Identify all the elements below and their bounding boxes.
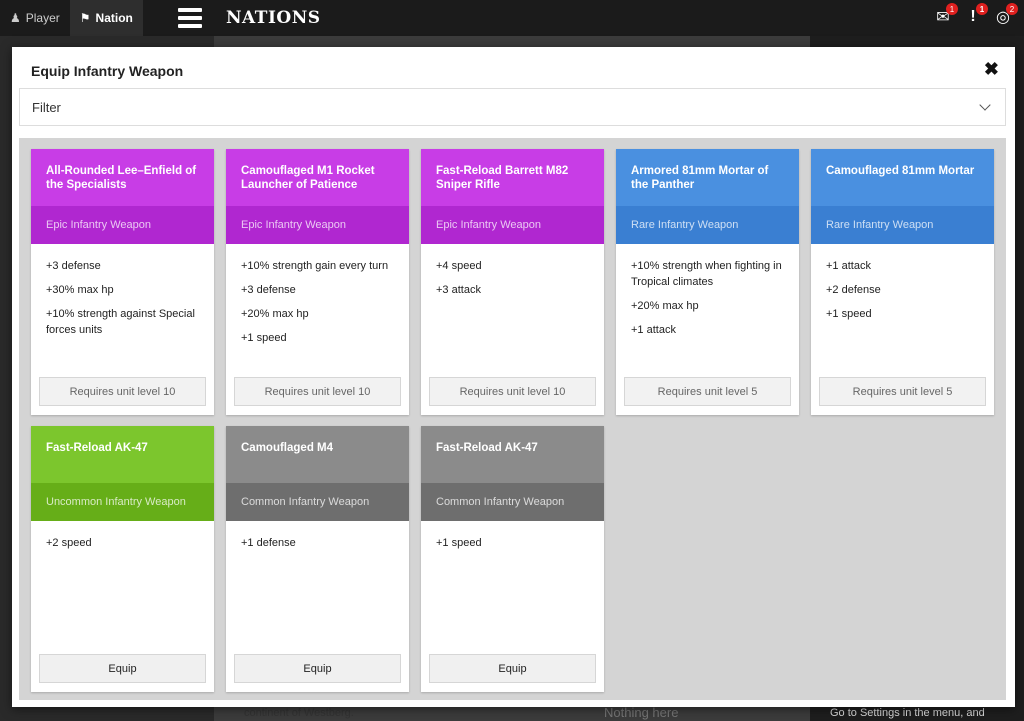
equip-button[interactable]: Equip xyxy=(39,654,206,683)
filter-dropdown[interactable]: Filter xyxy=(19,88,1006,126)
filter-label: Filter xyxy=(32,99,61,115)
weapon-name: Camouflaged 81mm Mortar xyxy=(811,149,994,206)
player-tab[interactable]: ♟ Player xyxy=(0,0,70,36)
weapon-stat: +3 defense xyxy=(46,260,101,272)
brand-logo[interactable]: NATIONS xyxy=(226,8,321,28)
weapon-name: Camouflaged M4 xyxy=(226,426,409,483)
weapon-stats: +2 speed xyxy=(31,521,214,654)
background-text-right: Go to Settings in the menu, and xyxy=(830,707,985,719)
close-icon[interactable]: ✖ xyxy=(984,59,999,80)
background-text-left: continent of Westberg. xyxy=(244,707,354,719)
weapon-card-grid: All-Rounded Lee–Enfield of the Specialis… xyxy=(19,138,1006,700)
weapon-rarity: Common Infantry Weapon xyxy=(421,483,604,521)
level-requirement-button: Requires unit level 5 xyxy=(624,377,791,406)
target-icon[interactable]: ◎ 2 xyxy=(992,3,1018,28)
weapon-name: Fast-Reload AK-47 xyxy=(421,426,604,483)
equip-button[interactable]: Equip xyxy=(429,654,596,683)
top-bar: ♟ Player ⚑ Nation NATIONS ✉ 1 ! 1 ◎ 2 xyxy=(0,0,1024,36)
weapon-card: All-Rounded Lee–Enfield of the Specialis… xyxy=(31,149,214,415)
nation-tab-label: Nation xyxy=(95,11,133,25)
weapon-rarity: Epic Infantry Weapon xyxy=(226,206,409,244)
weapon-card: Camouflaged 81mm Mortar Rare Infantry Wea… xyxy=(811,149,994,415)
user-icon: ♟ xyxy=(10,11,21,25)
weapon-rarity: Common Infantry Weapon xyxy=(226,483,409,521)
weapon-rarity: Epic Infantry Weapon xyxy=(421,206,604,244)
weapon-stat: +30% max hp xyxy=(46,284,114,296)
weapon-stats: +10% strength gain every turn +3 defense +… xyxy=(226,244,409,377)
level-requirement-button: Requires unit level 10 xyxy=(234,377,401,406)
weapon-stat: +2 defense xyxy=(826,284,881,296)
weapon-stat: +10% strength gain every turn xyxy=(241,260,389,272)
weapon-name: Fast-Reload AK-47 xyxy=(31,426,214,483)
weapon-card: Fast-Reload Barrett M82 Sniper Rifle Epic… xyxy=(421,149,604,415)
flag-icon: ⚑ xyxy=(79,11,91,25)
menu-icon[interactable] xyxy=(178,8,202,28)
weapon-rarity: Uncommon Infantry Weapon xyxy=(31,483,214,521)
player-tab-label: Player xyxy=(25,11,60,25)
weapon-stat: +1 attack xyxy=(631,324,676,336)
modal-title: Equip Infantry Weapon xyxy=(31,63,184,79)
weapon-stats: +1 defense xyxy=(226,521,409,654)
weapon-rarity: Rare Infantry Weapon xyxy=(616,206,799,244)
weapon-name: Armored 81mm Mortar of the Panther xyxy=(616,149,799,206)
nation-tab[interactable]: ⚑ Nation xyxy=(69,0,143,36)
weapon-stat: +2 speed xyxy=(46,537,92,549)
level-requirement-button: Requires unit level 5 xyxy=(819,377,986,406)
weapon-stats: +1 attack +2 defense +1 speed xyxy=(811,244,994,377)
alert-icon[interactable]: ! 1 xyxy=(962,3,988,28)
weapon-card: Armored 81mm Mortar of the Panther Rare I… xyxy=(616,149,799,415)
weapon-stat: +1 speed xyxy=(826,308,872,320)
weapon-name: Fast-Reload Barrett M82 Sniper Rifle xyxy=(421,149,604,206)
background-text-mid: Nothing here xyxy=(604,705,679,720)
weapon-stats: +4 speed +3 attack xyxy=(421,244,604,377)
equip-button[interactable]: Equip xyxy=(234,654,401,683)
weapon-stat: +3 defense xyxy=(241,284,296,296)
equip-weapon-modal: Equip Infantry Weapon ✖ Filter All-Round… xyxy=(12,47,1015,707)
weapon-card: Camouflaged M4 Common Infantry Weapon +1 d… xyxy=(226,426,409,692)
weapon-rarity: Rare Infantry Weapon xyxy=(811,206,994,244)
weapon-name: Camouflaged M1 Rocket Launcher of Patien… xyxy=(226,149,409,206)
chevron-down-icon xyxy=(979,99,991,111)
weapon-card: Fast-Reload AK-47 Uncommon Infantry Weapo… xyxy=(31,426,214,692)
mail-icon[interactable]: ✉ 1 xyxy=(932,3,958,28)
weapon-stat: +1 speed xyxy=(241,332,287,344)
weapon-stat: +4 speed xyxy=(436,260,482,272)
weapon-rarity: Epic Infantry Weapon xyxy=(31,206,214,244)
target-badge: 2 xyxy=(1006,3,1018,15)
weapon-stat: +10% strength against Special forces uni… xyxy=(46,308,195,336)
alert-badge: 1 xyxy=(976,3,988,15)
weapon-stat: +1 speed xyxy=(436,537,482,549)
weapon-stat: +3 attack xyxy=(436,284,481,296)
weapon-card: Camouflaged M1 Rocket Launcher of Patien… xyxy=(226,149,409,415)
weapon-stat: +10% strength when fighting in Tropical … xyxy=(631,260,782,288)
level-requirement-button: Requires unit level 10 xyxy=(429,377,596,406)
weapon-stats: +1 speed xyxy=(421,521,604,654)
level-requirement-button: Requires unit level 10 xyxy=(39,377,206,406)
weapon-stats: +10% strength when fighting in Tropical … xyxy=(616,244,799,377)
weapon-stat: +20% max hp xyxy=(241,308,309,320)
weapon-card: Fast-Reload AK-47 Common Infantry Weapon +… xyxy=(421,426,604,692)
weapon-stats: +3 defense +30% max hp +10% strength again… xyxy=(31,244,214,377)
weapon-stat: +1 attack xyxy=(826,260,871,272)
weapon-name: All-Rounded Lee–Enfield of the Specialis… xyxy=(31,149,214,206)
mail-badge: 1 xyxy=(946,3,958,15)
weapon-stat: +1 defense xyxy=(241,537,296,549)
weapon-stat: +20% max hp xyxy=(631,300,699,312)
